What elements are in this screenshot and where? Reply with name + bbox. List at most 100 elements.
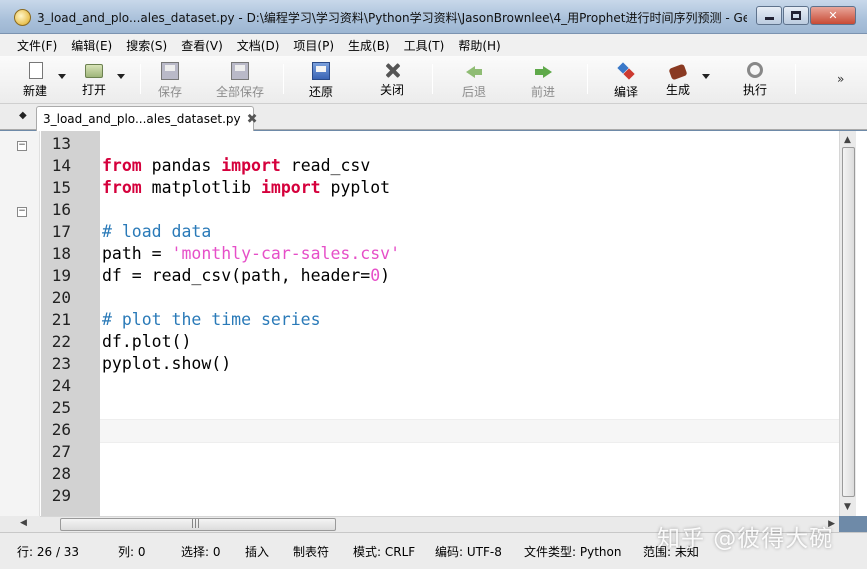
window-title: 3_load_and_plo...ales_dataset.py - D:\编程…	[37, 11, 747, 25]
new-dropdown-arrow-icon[interactable]	[58, 74, 66, 79]
maximize-button[interactable]	[783, 6, 809, 25]
code-line-19: df = read_csv(path, header=0)	[102, 265, 390, 287]
code-line-21: # plot the time series	[102, 310, 321, 329]
keyword-token: from	[102, 156, 142, 175]
back-label: 后退	[461, 85, 486, 99]
line-number: 15	[51, 178, 71, 197]
execute-label: 执行	[742, 83, 767, 97]
close-file-button[interactable]: 关闭	[377, 58, 407, 100]
vertical-scroll-thumb[interactable]	[842, 147, 855, 497]
menu-document[interactable]: 文档(D)	[237, 37, 280, 54]
line-number: 21	[51, 310, 71, 329]
status-insert-mode: 插入	[245, 545, 270, 559]
close-icon: ✕	[828, 9, 838, 22]
folder-open-icon	[85, 64, 103, 78]
toolbar-separator	[283, 64, 284, 94]
title-bar: 3_load_and_plo...ales_dataset.py - D:\编程…	[0, 0, 867, 34]
execute-button[interactable]: 执行	[740, 58, 770, 100]
menu-edit[interactable]: 编辑(E)	[71, 37, 112, 54]
save-icon	[161, 62, 179, 80]
line-number: 24	[51, 376, 71, 395]
fold-toggle-icon[interactable]: −	[17, 207, 27, 217]
line-number: 28	[51, 464, 71, 483]
code-token: matplotlib	[141, 178, 261, 197]
code-line-17: # load data	[102, 222, 212, 241]
line-number: 29	[51, 486, 71, 505]
toolbar-separator	[140, 64, 141, 94]
line-number: 23	[51, 354, 71, 373]
open-button[interactable]: 打开	[79, 58, 109, 100]
current-line-highlight	[100, 419, 840, 443]
horizontal-scroll-thumb[interactable]: |||	[60, 518, 336, 531]
close-tab-icon[interactable]: ✖	[247, 112, 258, 127]
vertical-scrollbar[interactable]: ▲ ▼	[839, 131, 856, 516]
fold-toggle-icon[interactable]: −	[17, 141, 27, 151]
forward-arrow-icon	[534, 62, 552, 80]
save-label: 保存	[157, 85, 182, 99]
line-number: 16	[51, 200, 71, 219]
save-all-button[interactable]: 全部保存	[214, 58, 266, 100]
status-encoding: 编码: UTF-8	[435, 545, 502, 559]
menu-tools[interactable]: 工具(T)	[404, 37, 445, 54]
forward-label: 前进	[530, 85, 555, 99]
open-dropdown-arrow-icon[interactable]	[117, 74, 125, 79]
toolbar-overflow-icon[interactable]: »	[837, 72, 844, 86]
back-button[interactable]: 后退	[459, 58, 489, 100]
back-arrow-icon	[465, 62, 483, 80]
scroll-left-arrow-icon[interactable]: ◀	[20, 518, 27, 528]
line-number: 19	[51, 266, 71, 285]
line-number: 26	[51, 420, 71, 439]
build-dropdown-arrow-icon[interactable]	[702, 74, 710, 79]
menu-help[interactable]: 帮助(H)	[458, 37, 500, 54]
line-number: 13	[51, 134, 71, 153]
maximize-icon	[791, 11, 801, 20]
document-tab-bar: ◆ 3_load_and_plo...ales_dataset.py ✖	[0, 104, 867, 131]
status-line-ending: 模式: CRLF	[353, 545, 416, 559]
scroll-grip-icon: |||	[191, 519, 201, 529]
toolbar: 新建 打开 保存 全部保存 还原 关闭 后退 前进 编译 生成 执行 »	[0, 56, 867, 104]
tab-list-arrow-icon[interactable]: ◆	[19, 110, 27, 121]
new-button[interactable]: 新建	[20, 58, 50, 100]
save-button[interactable]: 保存	[155, 58, 185, 100]
code-token: pyplot	[320, 178, 391, 197]
build-button[interactable]: 生成	[663, 58, 693, 100]
menu-build[interactable]: 生成(B)	[348, 37, 390, 54]
menu-project[interactable]: 项目(P)	[293, 37, 334, 54]
menu-view[interactable]: 查看(V)	[181, 37, 223, 54]
scroll-up-arrow-icon[interactable]: ▲	[844, 135, 851, 145]
line-number: 22	[51, 332, 71, 351]
code-line-15: from matplotlib import pyplot	[102, 177, 390, 199]
menu-search[interactable]: 搜索(S)	[126, 37, 167, 54]
compile-label: 编译	[613, 85, 638, 99]
line-number: 18	[51, 244, 71, 263]
status-indent: 制表符	[293, 545, 330, 559]
revert-button[interactable]: 还原	[306, 58, 336, 100]
close-file-icon	[384, 62, 400, 78]
tab-label: 3_load_and_plo...ales_dataset.py	[43, 112, 241, 126]
tab-document[interactable]: 3_load_and_plo...ales_dataset.py ✖	[36, 106, 258, 131]
close-label: 关闭	[379, 83, 404, 97]
code-editor[interactable]: − − 13 14 15 16 17 18 19 20 21 22 23 24 …	[0, 131, 867, 516]
menu-file[interactable]: 文件(F)	[17, 37, 57, 54]
status-column: 列: 0	[118, 545, 146, 559]
revert-label: 还原	[308, 85, 333, 99]
revert-icon	[312, 62, 330, 80]
new-file-icon	[29, 62, 43, 79]
line-number: 27	[51, 442, 71, 461]
line-number: 20	[51, 288, 71, 307]
build-label: 生成	[665, 83, 690, 97]
close-window-button[interactable]: ✕	[810, 6, 856, 25]
forward-button[interactable]: 前进	[528, 58, 558, 100]
minimize-button[interactable]	[756, 6, 782, 25]
string-token: 'monthly-car-sales.csv'	[171, 244, 401, 263]
scroll-down-arrow-icon[interactable]: ▼	[844, 502, 851, 512]
compile-button[interactable]: 编译	[611, 58, 641, 100]
code-token: read_csv	[280, 156, 371, 175]
status-line: 行: 26 / 33	[17, 545, 80, 559]
code-line-14: from pandas import read_csv	[102, 155, 370, 177]
line-number: 25	[51, 398, 71, 417]
save-all-label: 全部保存	[215, 85, 264, 99]
open-label: 打开	[81, 83, 106, 97]
build-brick-icon	[668, 63, 688, 81]
scrollbar-corner: ◀	[0, 516, 40, 532]
